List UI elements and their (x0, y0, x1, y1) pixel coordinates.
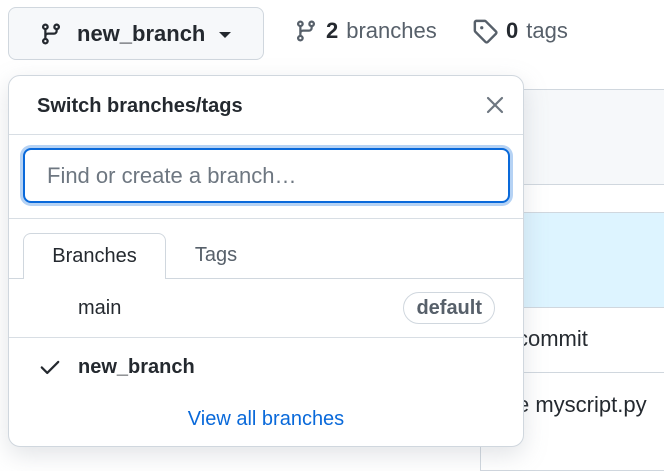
branch-item-new-branch[interactable]: new_branch (9, 338, 523, 396)
default-badge: default (403, 292, 495, 324)
branch-name: new_branch (78, 355, 195, 378)
branch-filter-input[interactable] (23, 148, 510, 203)
file-row-commit-message[interactable]: e myscript.py (517, 392, 647, 418)
branches-count-link[interactable]: 2 branches (294, 18, 437, 44)
tags-label: tags (526, 18, 568, 43)
dropdown-tabs: Branches Tags (9, 233, 523, 279)
filter-section (9, 135, 523, 219)
close-icon[interactable] (483, 93, 507, 117)
tab-tags[interactable]: Tags (166, 233, 266, 278)
current-branch-label: new_branch (77, 20, 206, 46)
tab-label: Branches (52, 245, 137, 267)
dropdown-header: Switch branches/tags (9, 76, 523, 135)
branch-name: main (78, 296, 122, 319)
tags-count-link[interactable]: 0 tags (472, 18, 568, 44)
file-row-commit-message[interactable]: commit (517, 326, 588, 352)
dropdown-title: Switch branches/tags (37, 95, 243, 117)
tab-label: Tags (194, 244, 238, 266)
caret-down-icon (219, 32, 232, 38)
tags-count: 0 (506, 18, 519, 43)
git-branch-icon (296, 20, 315, 42)
view-all-branches-link[interactable]: View all branches (9, 408, 523, 431)
tab-branches[interactable]: Branches (23, 233, 166, 279)
branches-label: branches (346, 18, 437, 43)
tag-icon (473, 19, 498, 44)
git-branch-icon (41, 23, 60, 45)
branch-selector-button[interactable]: new_branch (8, 7, 264, 60)
check-icon (40, 360, 60, 375)
branch-switcher-dropdown: Switch branches/tags Branches Tags main … (8, 75, 524, 447)
branches-count: 2 (326, 18, 339, 43)
branch-item-main[interactable]: main default (9, 279, 523, 338)
